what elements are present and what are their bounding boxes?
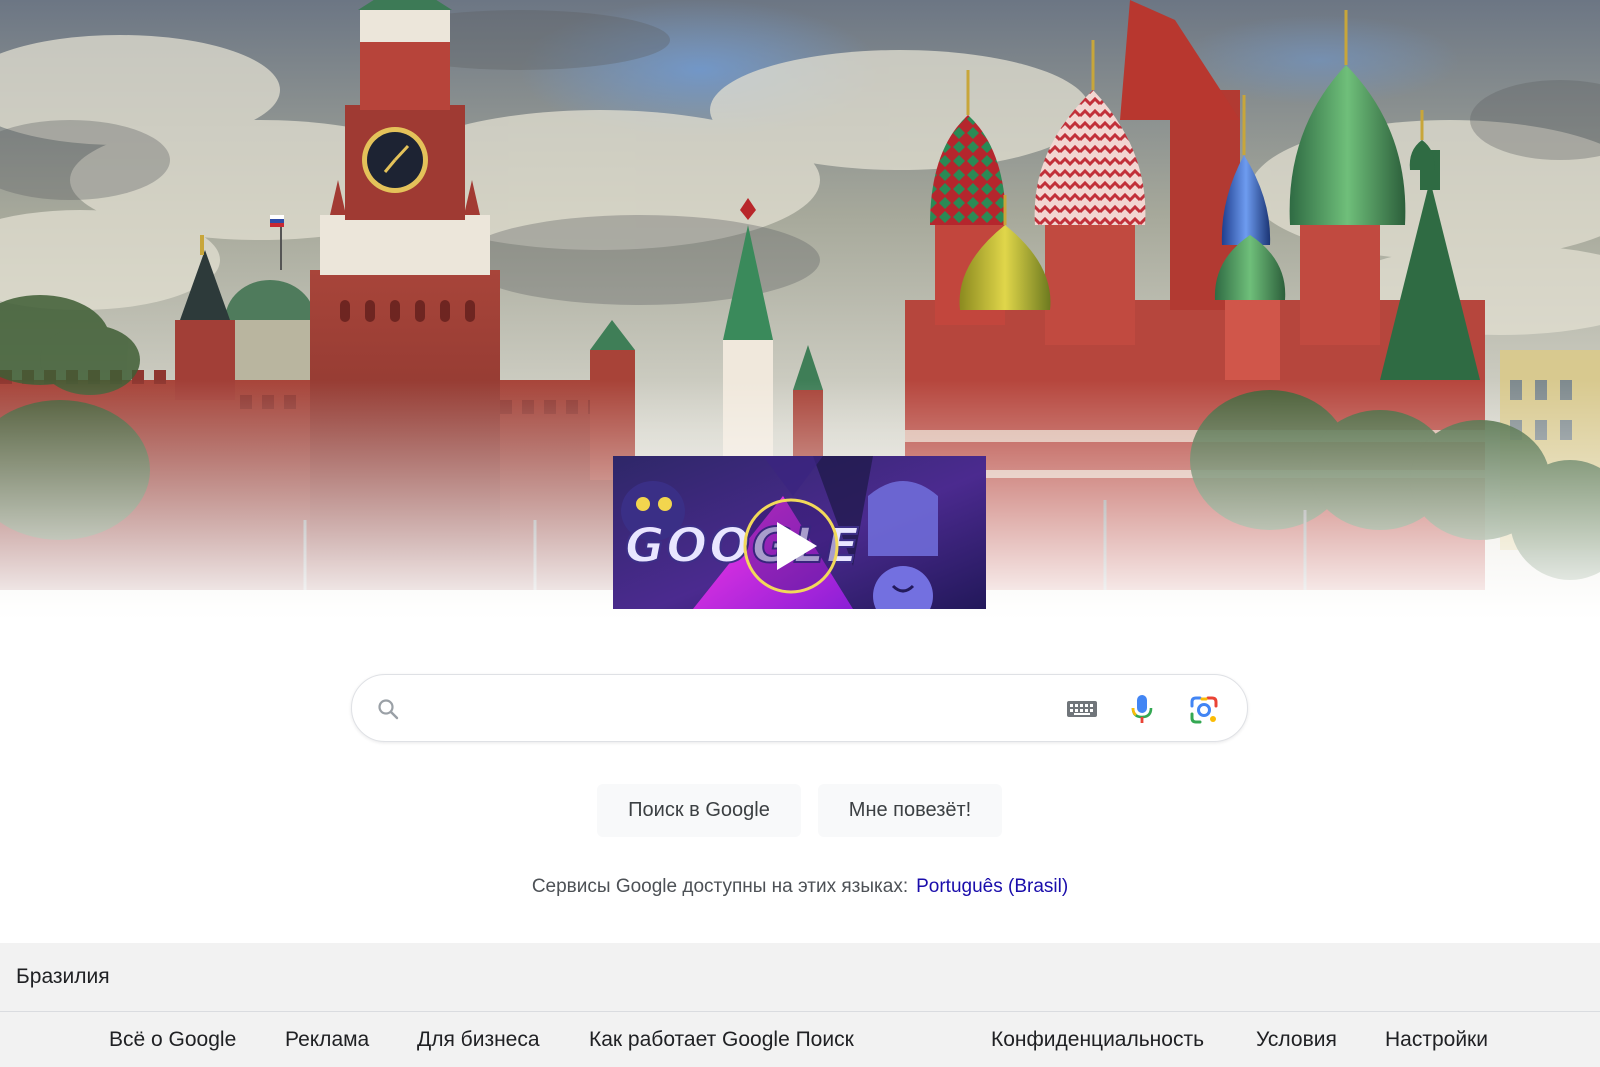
search-box[interactable]: [351, 674, 1248, 742]
mic-icon[interactable]: [1127, 693, 1157, 725]
google-doodle[interactable]: GOOGLE: [613, 456, 986, 609]
lens-icon[interactable]: [1188, 694, 1220, 726]
footer-country: Бразилия: [16, 965, 110, 988]
keyboard-icon[interactable]: [1065, 695, 1099, 723]
footer-link-privacy[interactable]: Конфиденциальность: [991, 1012, 1204, 1067]
footer-link-business[interactable]: Для бизнеса: [417, 1012, 540, 1067]
footer-link-how-search-works[interactable]: Как работает Google Поиск: [589, 1012, 854, 1067]
footer-link-about[interactable]: Всё о Google: [109, 1012, 236, 1067]
footer-link-settings[interactable]: Настройки: [1385, 1012, 1488, 1067]
footer: Бразилия Всё о Google Реклама Для бизнес…: [0, 943, 1600, 1067]
language-offer: Сервисы Google доступны на этих языках: P…: [0, 876, 1600, 898]
footer-links: Всё о Google Реклама Для бизнеса Как раб…: [0, 1012, 1600, 1067]
feeling-lucky-button[interactable]: Мне повезёт!: [818, 784, 1002, 837]
play-icon[interactable]: [743, 498, 839, 594]
search-icon: [376, 697, 400, 721]
doodle-illustration: GOOGLE: [613, 456, 986, 609]
language-link-portuguese[interactable]: Português (Brasil): [916, 876, 1068, 897]
search-input[interactable]: [416, 689, 1080, 731]
footer-link-terms[interactable]: Условия: [1256, 1012, 1337, 1067]
google-search-button[interactable]: Поиск в Google: [597, 784, 801, 837]
language-offer-text: Сервисы Google доступны на этих языках:: [531, 876, 909, 897]
footer-link-advertising[interactable]: Реклама: [285, 1012, 369, 1067]
